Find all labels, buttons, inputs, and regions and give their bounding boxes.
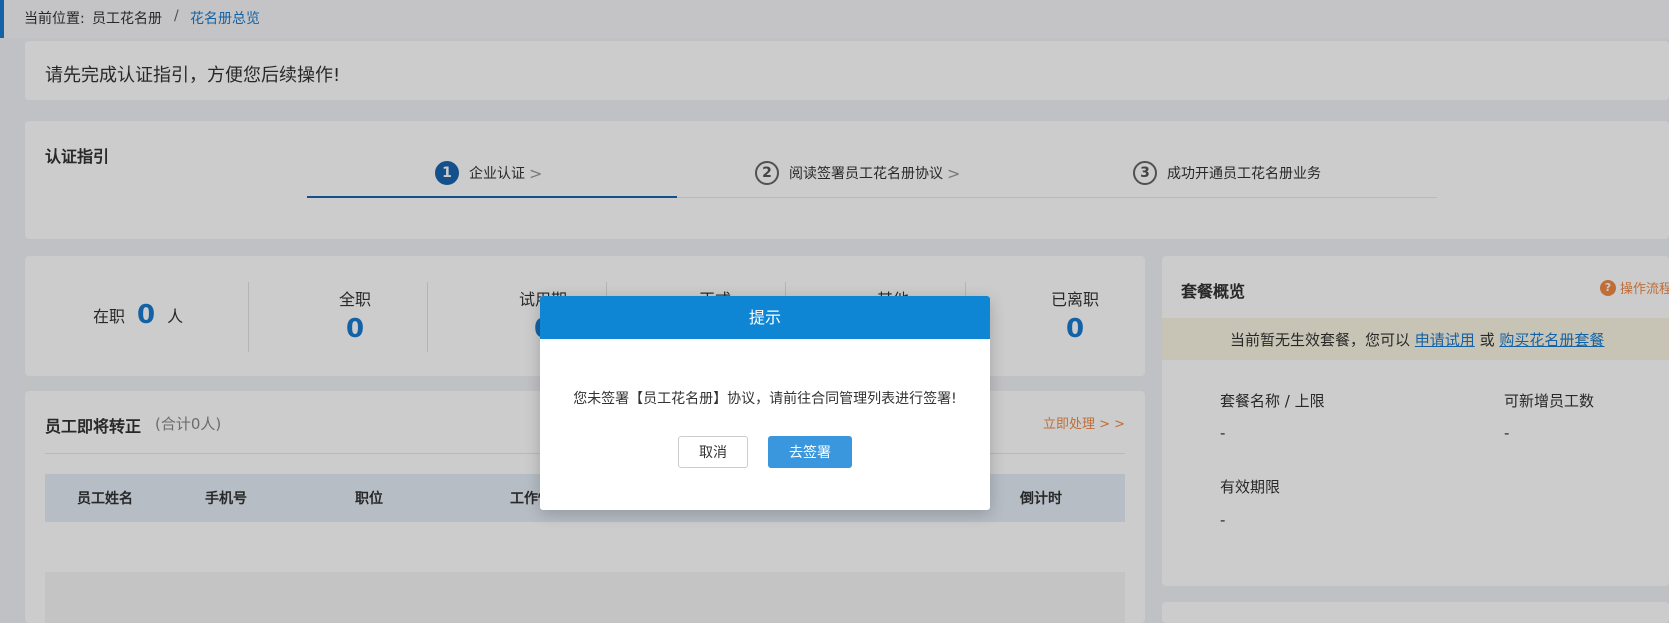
- go-sign-button[interactable]: 去签署: [768, 436, 852, 468]
- cancel-button[interactable]: 取消: [678, 436, 748, 468]
- dialog-message: 您未签署【员工花名册】协议，请前往合同管理列表进行签署!: [573, 391, 957, 407]
- prompt-dialog: 提示 您未签署【员工花名册】协议，请前往合同管理列表进行签署! 取消 去签署: [540, 296, 990, 510]
- dialog-title: 提示: [540, 296, 990, 339]
